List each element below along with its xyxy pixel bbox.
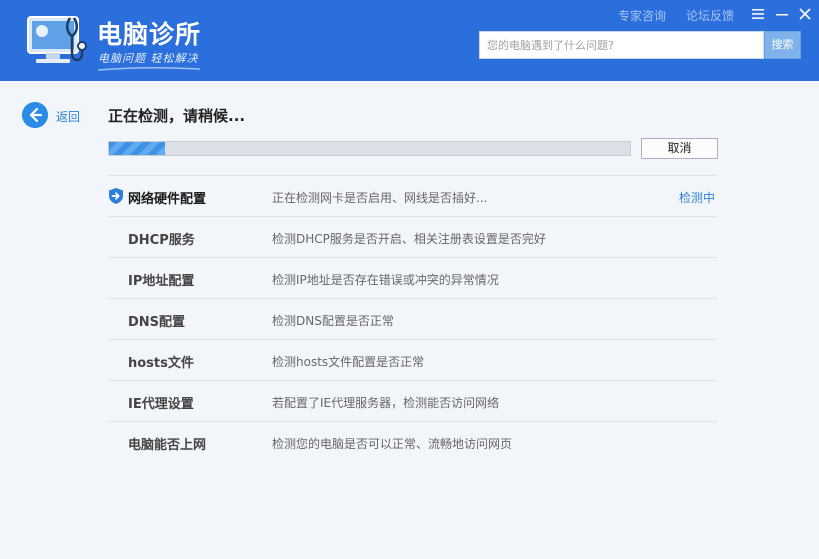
title-bar: 电脑诊所 电脑问题 轻松解决 专家咨询 论坛反馈 搜索: [0, 0, 819, 81]
check-row: hosts文件 检测hosts文件配置是否正常: [108, 339, 717, 380]
monitor-stethoscope-icon: [27, 16, 87, 63]
search-input[interactable]: [479, 31, 764, 59]
check-description: 检测hosts文件配置是否正常: [272, 355, 425, 369]
scan-progress-bar: [108, 141, 631, 156]
check-row: DHCP服务 检测DHCP服务是否开启、相关注册表设置是否完好: [108, 216, 717, 257]
check-row: IP地址配置 检测IP地址是否存在错误或冲突的异常情况: [108, 257, 717, 298]
check-list: 网络硬件配置 正在检测网卡是否启用、网线是否插好... 检测中 DHCP服务 检测DHC…: [108, 175, 717, 462]
check-row: IE代理设置 若配置了IE代理服务器，检测能否访问网络: [108, 380, 717, 421]
check-description: 正在检测网卡是否启用、网线是否插好...: [272, 191, 488, 205]
check-name: hosts文件: [128, 356, 194, 371]
check-name: IE代理设置: [128, 397, 194, 412]
app-title: 电脑诊所: [97, 20, 202, 49]
check-name: 电脑能否上网: [128, 438, 207, 453]
check-status: 检测中: [678, 191, 715, 205]
slogan-swoosh: [97, 66, 201, 71]
check-name: 网络硬件配置: [128, 192, 207, 207]
check-description: 检测DHCP服务是否开启、相关注册表设置是否完好: [272, 232, 546, 246]
expert-consult-link[interactable]: 专家咨询: [618, 7, 666, 24]
back-link[interactable]: 返回: [56, 108, 80, 125]
cancel-button[interactable]: 取消: [641, 138, 718, 159]
check-row: 电脑能否上网 检测您的电脑是否可以正常、流畅地访问网页: [108, 421, 717, 462]
check-description: 检测DNS配置是否正常: [272, 314, 394, 328]
check-name: DNS配置: [128, 315, 186, 330]
check-description: 检测您的电脑是否可以正常、流畅地访问网页: [272, 437, 513, 451]
scan-status-title: 正在检测，请稍候...: [108, 107, 246, 125]
check-name: DHCP服务: [128, 233, 195, 248]
arrow-left-icon[interactable]: [22, 102, 48, 128]
check-row: 网络硬件配置 正在检测网卡是否启用、网线是否插好... 检测中: [108, 175, 717, 216]
app-slogan: 电脑问题 轻松解决: [98, 52, 199, 65]
check-description: 检测IP地址是否存在错误或冲突的异常情况: [272, 273, 499, 287]
check-description: 若配置了IE代理服务器，检测能否访问网络: [272, 396, 500, 410]
check-row: DNS配置 检测DNS配置是否正常: [108, 298, 717, 339]
close-icon[interactable]: [797, 6, 813, 22]
scan-progress-fill: [109, 142, 165, 155]
forum-feedback-link[interactable]: 论坛反馈: [686, 7, 734, 24]
search-button[interactable]: 搜索: [764, 31, 801, 59]
shield-arrow-icon: [109, 188, 123, 204]
menu-icon[interactable]: [750, 6, 766, 22]
minimize-icon[interactable]: [774, 6, 790, 22]
check-name: IP地址配置: [128, 274, 195, 289]
